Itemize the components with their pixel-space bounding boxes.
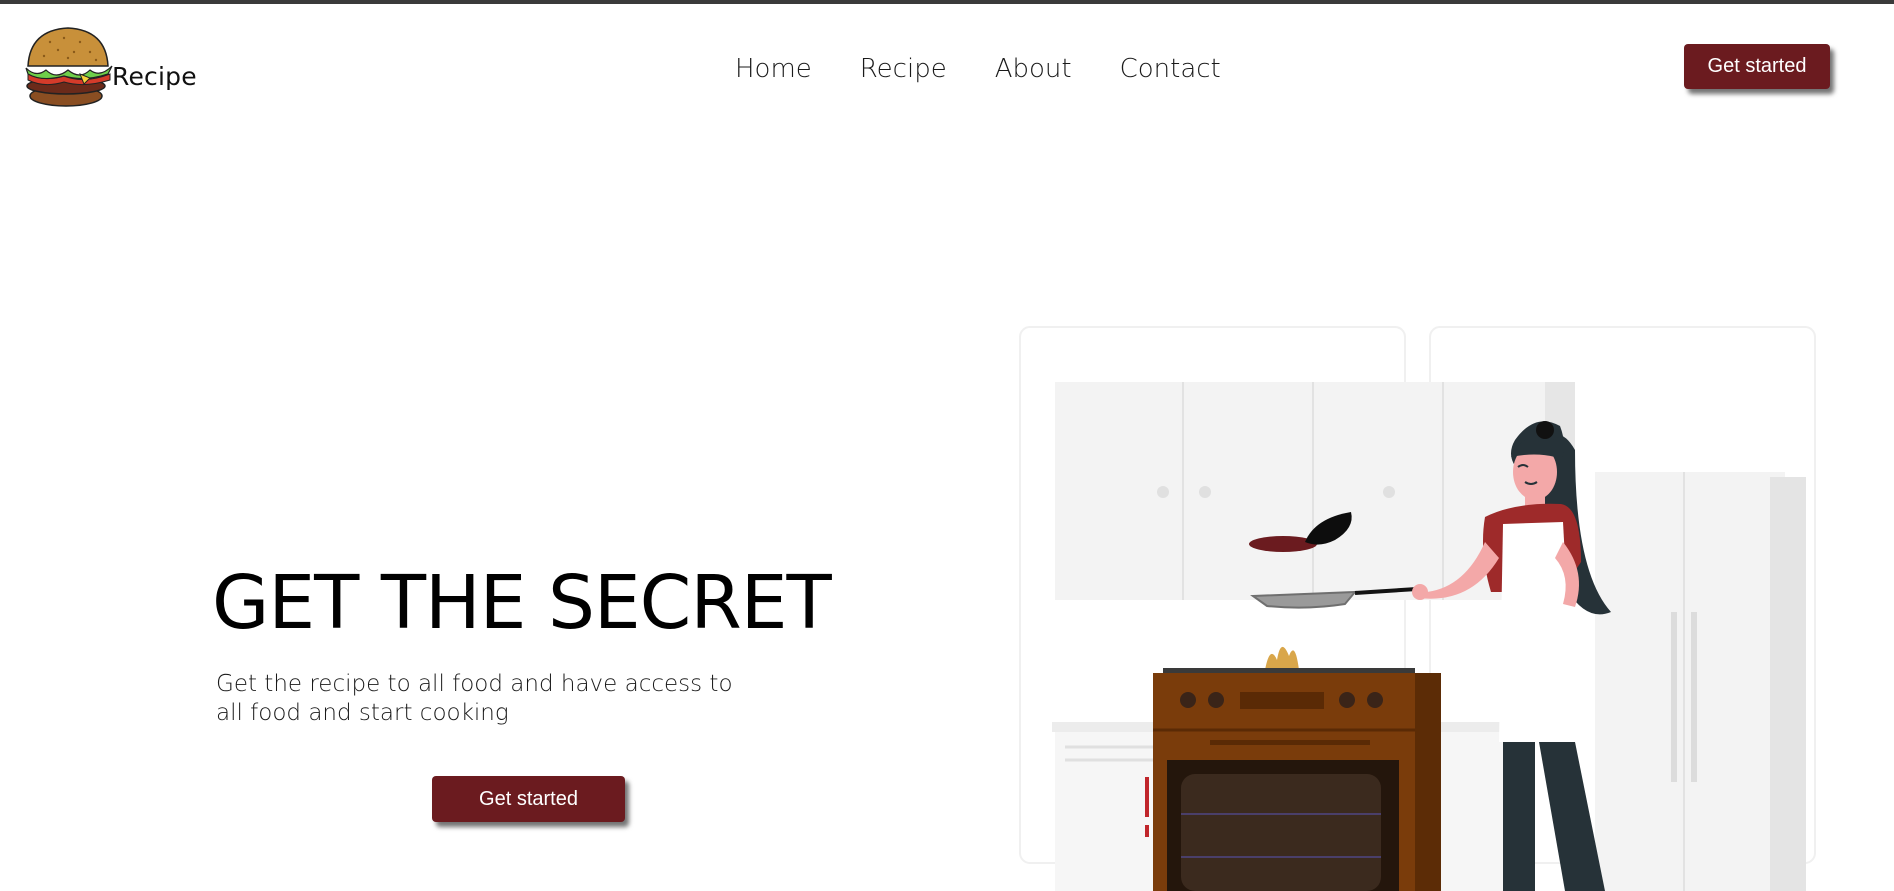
- hero-get-started-button[interactable]: Get started: [432, 776, 625, 822]
- nav-about[interactable]: About: [995, 54, 1072, 84]
- burger-logo-icon[interactable]: [24, 26, 114, 108]
- hero-subtitle: Get the recipe to all food and have acce…: [216, 671, 733, 726]
- header-get-started-button[interactable]: Get started: [1684, 44, 1830, 89]
- brand-name[interactable]: Recipe: [112, 62, 197, 91]
- nav-home[interactable]: Home: [735, 54, 812, 84]
- main-nav: Home Recipe About Contact: [735, 54, 1269, 84]
- chef-cooking-illustration: [1019, 326, 1816, 891]
- site-header: Recipe Home Recipe About Contact Get sta…: [0, 4, 1894, 124]
- nav-contact[interactable]: Contact: [1120, 54, 1221, 84]
- hero-title: GET THE SECRET: [212, 560, 832, 646]
- nav-recipe[interactable]: Recipe: [860, 54, 947, 84]
